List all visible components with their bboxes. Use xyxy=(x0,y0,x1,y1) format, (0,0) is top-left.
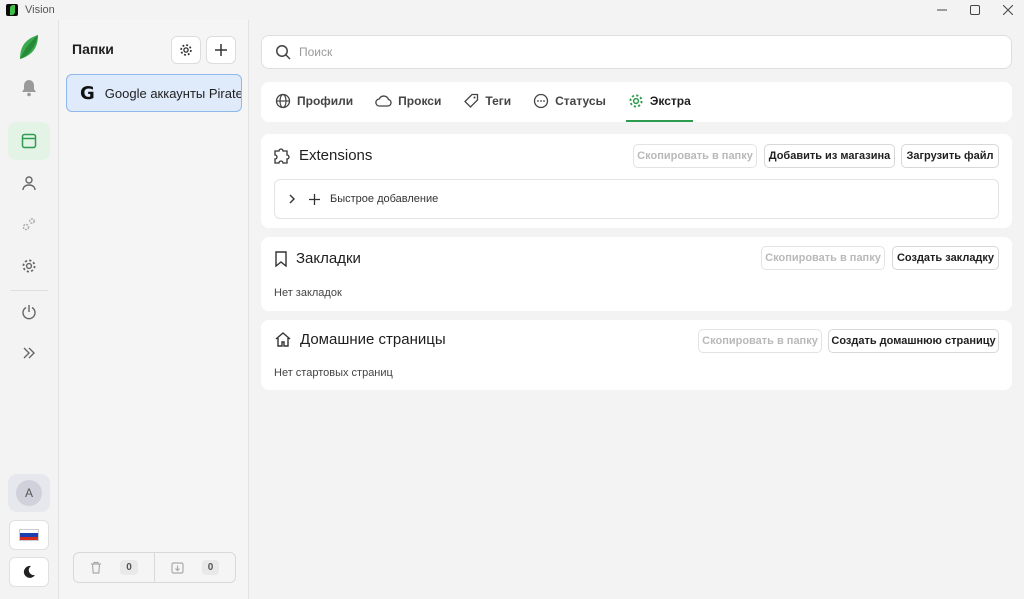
close-button[interactable] xyxy=(991,0,1024,20)
create-bookmark-button[interactable]: Создать закладку xyxy=(892,246,999,270)
power-icon xyxy=(22,305,36,320)
bookmarks-header: Закладки xyxy=(274,250,361,267)
notifications-button[interactable] xyxy=(8,69,50,107)
gear-icon xyxy=(180,44,192,56)
bookmarks-title: Закладки xyxy=(296,250,361,267)
minimize-button[interactable] xyxy=(925,0,958,20)
tag-icon xyxy=(464,93,479,108)
extensions-card: Extensions Скопировать в папку Добавить … xyxy=(261,134,1012,228)
tab-proxies[interactable]: Прокси xyxy=(373,82,443,122)
quick-add-row[interactable]: Быстрое добавление xyxy=(274,179,999,219)
brand-logo[interactable] xyxy=(8,28,50,66)
trash-button[interactable]: 0 xyxy=(74,553,154,582)
extensions-title: Extensions xyxy=(299,146,373,164)
folders-panel: Папки G Google аккаунты Pirate 0 0 xyxy=(60,20,249,599)
avatar: A xyxy=(16,480,42,506)
ru-flag-icon xyxy=(19,529,39,541)
copy-to-folder-button[interactable]: Скопировать в папку xyxy=(761,246,885,270)
minimize-icon xyxy=(936,9,947,11)
tab-label: Экстра xyxy=(649,94,691,108)
tab-profiles[interactable]: Профили xyxy=(273,82,355,122)
bookmark-icon xyxy=(275,250,287,267)
expand-icon xyxy=(23,347,35,359)
plus-icon xyxy=(215,44,227,56)
window-title: Vision xyxy=(25,4,55,16)
create-homepage-button[interactable]: Создать домашнюю страницу xyxy=(828,329,999,353)
rail-divider xyxy=(10,290,48,291)
folder-label: Google аккаунты Pirate xyxy=(104,85,242,101)
globe-icon xyxy=(275,93,291,109)
language-button[interactable] xyxy=(9,520,49,550)
maximize-button[interactable] xyxy=(958,0,991,20)
add-from-store-button[interactable]: Добавить из магазина xyxy=(764,144,895,168)
homepages-card: Домашние страницы Скопировать в папку Со… xyxy=(261,320,1012,390)
trash-icon xyxy=(91,561,102,574)
folders-title: Папки xyxy=(72,41,114,57)
browser-profiles-icon xyxy=(21,133,37,149)
tab-statuses[interactable]: Статусы xyxy=(531,82,608,122)
trash-count: 0 xyxy=(120,560,138,575)
folder-item[interactable]: G Google аккаунты Pirate xyxy=(66,74,242,112)
gear-icon xyxy=(629,94,643,108)
tab-label: Прокси xyxy=(398,94,442,108)
leaf-logo-icon xyxy=(20,35,38,59)
settings-button[interactable] xyxy=(8,247,50,285)
quick-add-label: Быстрое добавление xyxy=(330,193,439,205)
nav-rail: A xyxy=(0,20,59,599)
puzzle-icon xyxy=(274,148,290,164)
tab-label: Теги xyxy=(485,94,512,108)
settings-icon xyxy=(22,259,36,273)
search-icon xyxy=(276,45,291,60)
homepages-empty-text: Нет стартовых страниц xyxy=(274,367,393,379)
google-icon: G xyxy=(80,82,95,104)
plus-icon xyxy=(309,193,320,205)
copy-to-folder-button[interactable]: Скопировать в папку xyxy=(633,144,757,168)
tab-extra[interactable]: Экстра xyxy=(625,82,693,122)
archive-button[interactable]: 0 xyxy=(154,553,235,582)
section-tabs: Профили Прокси Теги Статусы Экстра xyxy=(261,82,1012,122)
copy-to-folder-button[interactable]: Скопировать в папку xyxy=(698,329,822,353)
power-button[interactable] xyxy=(8,293,50,331)
add-folder-button[interactable] xyxy=(206,36,236,64)
folder-settings-button[interactable] xyxy=(171,36,201,64)
home-icon xyxy=(275,332,291,347)
title-bar: Vision xyxy=(0,0,1024,20)
theme-toggle-button[interactable] xyxy=(9,557,49,587)
user-icon xyxy=(22,176,36,191)
search-bar xyxy=(261,35,1012,69)
automation-button[interactable] xyxy=(8,205,50,243)
app-logo xyxy=(6,4,18,16)
expand-sidebar-button[interactable] xyxy=(8,334,50,372)
bell-icon xyxy=(22,80,36,97)
dots-circle-icon xyxy=(533,93,549,109)
search-input[interactable] xyxy=(299,45,979,59)
account-button[interactable]: A xyxy=(8,474,50,512)
upload-file-button[interactable]: Загрузить файл xyxy=(901,144,999,168)
close-icon xyxy=(1002,5,1013,15)
homepages-header: Домашние страницы xyxy=(274,331,446,348)
archive-count: 0 xyxy=(201,560,220,575)
cloud-icon xyxy=(375,95,392,107)
chevron-right-icon xyxy=(289,194,295,204)
gears-icon xyxy=(22,218,35,231)
tab-label: Статусы xyxy=(555,94,606,108)
browser-profiles-button[interactable] xyxy=(8,122,50,160)
tab-label: Профили xyxy=(297,94,354,108)
maximize-icon xyxy=(969,5,980,15)
moon-icon xyxy=(23,565,35,578)
bookmarks-empty-text: Нет закладок xyxy=(274,287,342,299)
bin-bar: 0 0 xyxy=(73,552,236,583)
users-button[interactable] xyxy=(8,164,50,202)
extensions-header: Extensions xyxy=(273,146,372,164)
tab-tags[interactable]: Теги xyxy=(461,82,513,122)
bookmarks-card: Закладки Скопировать в папку Создать зак… xyxy=(261,237,1012,311)
archive-icon xyxy=(171,561,184,574)
homepages-title: Домашние страницы xyxy=(300,331,446,348)
window-controls xyxy=(925,0,1024,20)
